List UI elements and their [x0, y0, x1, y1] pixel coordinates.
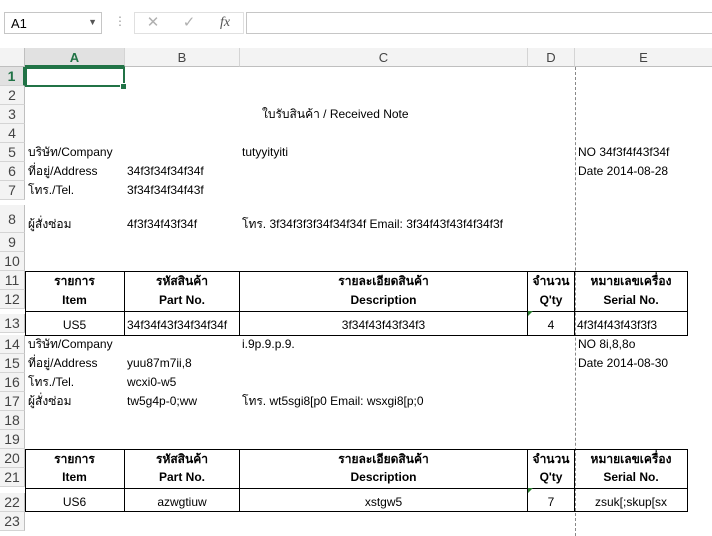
- document-date: Date 2014-08-30: [578, 356, 669, 370]
- row-header-18[interactable]: 18: [0, 411, 25, 430]
- table-header-item-th: รายการ: [54, 274, 95, 288]
- address-value: 34f3f34f34f34f: [127, 164, 204, 178]
- row-header-22[interactable]: 22: [0, 493, 25, 512]
- row-header-6[interactable]: 6: [0, 162, 25, 181]
- select-all-corner[interactable]: [0, 48, 25, 67]
- row-header-19[interactable]: 19: [0, 430, 25, 449]
- table-header-item-en: Item: [62, 470, 87, 484]
- table-header-serial-en: Serial No.: [603, 293, 659, 307]
- column-header-a[interactable]: A: [25, 48, 125, 67]
- formula-input[interactable]: [246, 12, 712, 34]
- orderer-value: 4f3f34f43f34f: [127, 217, 198, 231]
- table-header-qty-th: จำนวน: [532, 274, 570, 288]
- table-row-qty: 4: [547, 318, 555, 332]
- table-header-desc-th: รายละเอียดสินค้า: [338, 274, 429, 288]
- row-header-13[interactable]: 13: [0, 314, 25, 333]
- orderer-label: ผู้สั่งซ่อม: [28, 217, 72, 231]
- table-header-desc-en: Description: [350, 293, 417, 307]
- table-header-item-th: รายการ: [54, 452, 95, 466]
- name-box[interactable]: A1 ▼: [4, 12, 102, 34]
- address-label: ที่อยู่/Address: [28, 164, 98, 178]
- row-header-9[interactable]: 9: [0, 233, 25, 252]
- row-header-20[interactable]: 20: [0, 449, 25, 468]
- tel-label: โทร./Tel.: [28, 183, 75, 197]
- orderer-contact: โทร. wt5sgi8[p0 Email: wsxgi8[p;0: [242, 394, 424, 408]
- table-header-qty-en: Q'ty: [539, 293, 563, 307]
- tel-value: 3f34f34f34f43f: [127, 183, 204, 197]
- row-header-4[interactable]: 4: [0, 124, 25, 143]
- row-header-8[interactable]: 8: [0, 205, 25, 233]
- table-header-part-th: รหัสสินค้า: [156, 452, 208, 466]
- table-row-serial: zsuk[;skup[sx: [594, 495, 668, 509]
- company-value: tutyyityiti: [242, 145, 289, 159]
- table-row-part: azwgtiuw: [157, 495, 207, 509]
- orderer-label: ผู้สั่งซ่อม: [28, 394, 72, 408]
- chevron-down-icon[interactable]: ▼: [88, 17, 97, 27]
- row-header-2[interactable]: 2: [0, 86, 25, 105]
- row-header-1[interactable]: 1: [0, 67, 25, 86]
- row-header-16[interactable]: 16: [0, 373, 25, 392]
- name-box-value: A1: [11, 16, 27, 31]
- company-value: i.9p.9.p.9.: [242, 337, 295, 351]
- table-header-serial-th: หมายเลขเครื่อง: [590, 452, 672, 466]
- company-label: บริษัท/Company: [28, 145, 113, 159]
- column-header-c[interactable]: C: [240, 48, 528, 67]
- table-row-item: US5: [62, 318, 87, 332]
- formula-bar-area: A1 ▼ ⋮ ✕ ✓ fx: [0, 0, 712, 49]
- table-row-part: 34f34f43f34f34f34f: [127, 318, 228, 332]
- table-header-part-th: รหัสสินค้า: [156, 274, 208, 288]
- row-header-10[interactable]: 10: [0, 252, 25, 271]
- tel-label: โทร./Tel.: [28, 375, 75, 389]
- table-header-serial-th: หมายเลขเครื่อง: [590, 274, 672, 288]
- table-header-part-en: Part No.: [158, 293, 205, 307]
- row-header-3[interactable]: 3: [0, 105, 25, 124]
- document-no: NO 8i,8,8o: [578, 337, 636, 351]
- row-header-11[interactable]: 11: [0, 271, 25, 290]
- tel-value: wcxi0-w5: [127, 375, 177, 389]
- document-no: NO 34f3f4f43f34f: [578, 145, 670, 159]
- table-row-desc: 3f34f43f43f34f3: [341, 318, 426, 332]
- row-header-21[interactable]: 21: [0, 468, 25, 487]
- table-row-item: US6: [62, 495, 87, 509]
- column-header-b[interactable]: B: [125, 48, 240, 67]
- table-header-qty-en: Q'ty: [539, 470, 563, 484]
- row-header-5[interactable]: 5: [0, 143, 25, 162]
- table-header-desc-th: รายละเอียดสินค้า: [338, 452, 429, 466]
- more-options-icon[interactable]: ⋮: [114, 14, 127, 28]
- orderer-contact: โทร. 3f34f3f3f34f34f34f Email: 3f34f43f4…: [242, 217, 503, 231]
- table-header-item-en: Item: [62, 293, 87, 307]
- address-value: yuu87m7ii,8: [127, 356, 192, 370]
- column-header-d[interactable]: D: [528, 48, 575, 67]
- active-cell-a1[interactable]: [25, 67, 125, 87]
- table-row-desc: xstgw5: [364, 495, 403, 509]
- row-header-23[interactable]: 23: [0, 512, 25, 531]
- row-header-12[interactable]: 12: [0, 290, 25, 309]
- cancel-icon[interactable]: ✕: [140, 11, 166, 35]
- address-label: ที่อยู่/Address: [28, 356, 98, 370]
- table-header-qty-th: จำนวน: [532, 452, 570, 466]
- column-header-e[interactable]: E: [575, 48, 712, 67]
- row-header-15[interactable]: 15: [0, 354, 25, 373]
- row-header-17[interactable]: 17: [0, 392, 25, 411]
- fill-handle[interactable]: [120, 83, 127, 90]
- table-header-serial-en: Serial No.: [603, 470, 659, 484]
- insert-function-icon[interactable]: fx: [212, 11, 238, 35]
- document-date: Date 2014-08-28: [578, 164, 669, 178]
- table-row-serial: 4f3f4f43f43f3f3: [577, 318, 658, 332]
- enter-icon[interactable]: ✓: [176, 11, 202, 35]
- table-row-qty: 7: [547, 495, 555, 509]
- row-header-14[interactable]: 14: [0, 335, 25, 354]
- table-header-desc-en: Description: [350, 470, 417, 484]
- table-header-part-en: Part No.: [158, 470, 205, 484]
- row-header-7[interactable]: 7: [0, 181, 25, 200]
- company-label: บริษัท/Company: [28, 337, 113, 351]
- sheet-title: ใบรับสินค้า / Received Note: [262, 107, 409, 121]
- orderer-value: tw5g4p-0;ww: [127, 394, 198, 408]
